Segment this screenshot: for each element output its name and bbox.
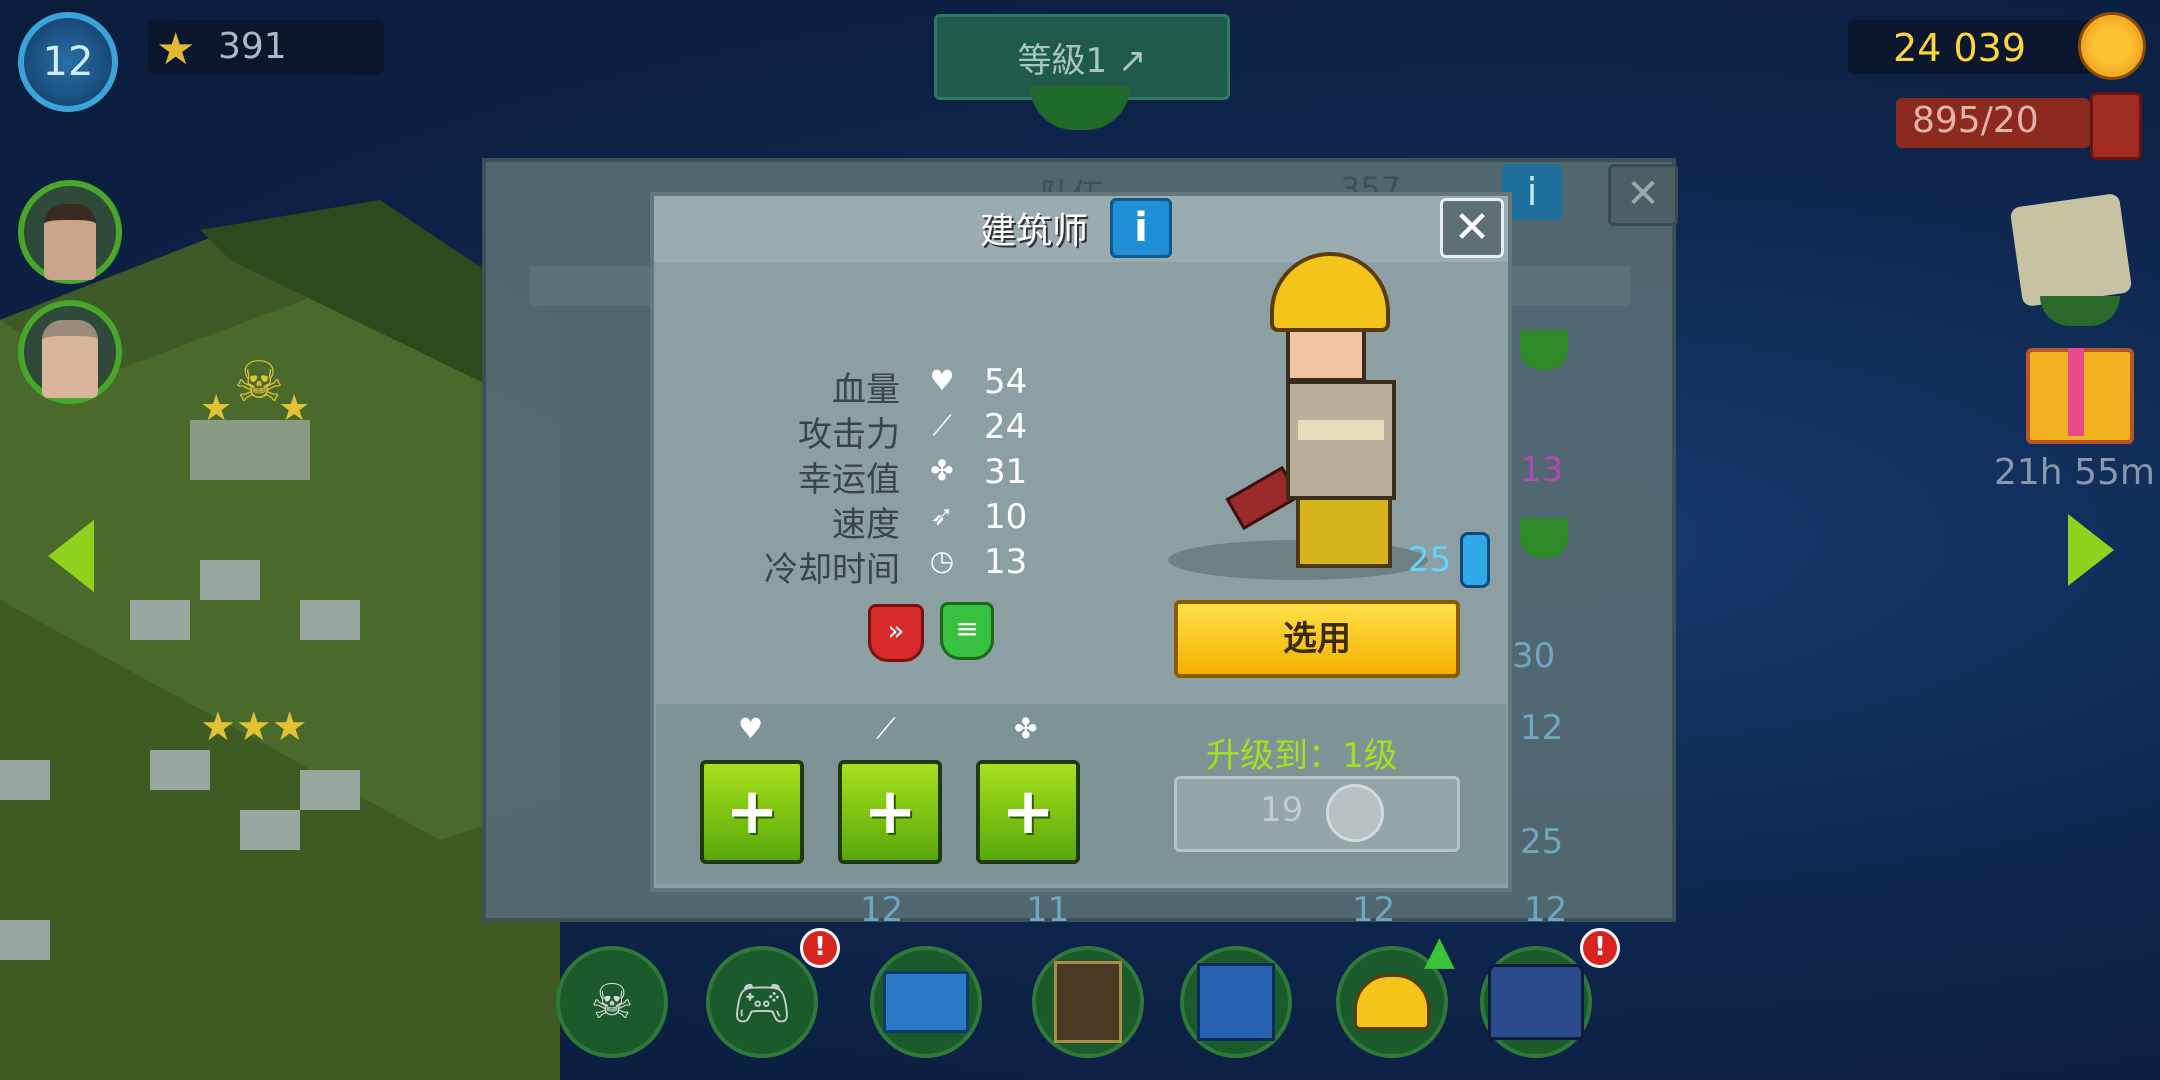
dock-zombie-book-button[interactable] [1032, 946, 1144, 1058]
stat-value: 10 [984, 497, 1028, 537]
team-slot-number: 25 [1520, 822, 1564, 862]
fuel-value: 895/20 [1912, 100, 2039, 141]
character-body [1286, 380, 1396, 500]
map-next-arrow[interactable] [2068, 514, 2114, 586]
upgrade-luck-button[interactable]: + [976, 760, 1080, 864]
boot-icon: ➶ [930, 499, 954, 532]
plus-icon: + [1001, 775, 1055, 849]
player-level-badge[interactable]: 12 [18, 12, 118, 112]
close-icon: ✕ [1453, 202, 1491, 253]
survivor-cowboy-icon [42, 320, 98, 398]
radio-icon [883, 971, 969, 1033]
upgrade-arrow-icon: ▲ [1424, 928, 1455, 974]
character-info-button[interactable]: i [1110, 198, 1172, 258]
coin-counter: 24 039 [1848, 20, 2098, 74]
select-label: 选用 [1283, 619, 1351, 659]
plus-icon: + [725, 775, 779, 849]
craft-skill-badge[interactable]: ≡ [940, 602, 994, 660]
gift-ribbon [2068, 348, 2084, 436]
plus-icon: + [863, 775, 917, 849]
water-bottle-icon [1460, 532, 1490, 588]
team-slot-number: 12 [1520, 708, 1564, 748]
upgrade-level-label: 升级到：1级 [1206, 736, 1398, 776]
three-stars-marker: ★ ★ [200, 388, 311, 429]
stopwatch-icon: ◷ [929, 544, 955, 577]
tools-icon [1197, 963, 1275, 1041]
dialog-close-button[interactable]: ✕ [1440, 198, 1504, 258]
rank-label: 等級1 ↗ [1017, 40, 1147, 81]
character-legs [1296, 494, 1392, 568]
upgrade-cost: 19 [1260, 790, 1304, 830]
dock-skull-button[interactable]: ☠ [556, 946, 668, 1058]
stat-value: 54 [984, 362, 1028, 402]
stat-value: 13 [984, 542, 1028, 582]
stat-label: 血量 [832, 370, 900, 410]
upgrade-health-button[interactable]: + [700, 760, 804, 864]
fuel-can-icon[interactable] [2090, 92, 2142, 160]
coin-value: 24 039 [1893, 26, 2026, 70]
team-slot-number: 12 [1352, 890, 1396, 930]
stat-label: 攻击力 [798, 415, 900, 455]
team-slot-number: 30 [1512, 636, 1556, 676]
player-level-value: 12 [42, 39, 94, 85]
team-slot-flag [1520, 518, 1568, 558]
stat-label: 冷却时间 [764, 550, 900, 590]
map-prev-arrow[interactable] [48, 520, 94, 592]
info-icon: i [1526, 170, 1538, 214]
stat-label: 速度 [832, 505, 900, 545]
three-stars-marker: ★★★ [200, 704, 308, 750]
team-slot-number: 12 [1524, 890, 1568, 930]
survivor-avatar-cowboy[interactable] [18, 300, 122, 404]
stars-counter: ★ 391 [148, 20, 384, 75]
dock-radio-button[interactable] [870, 946, 982, 1058]
fast-forward-icon: » [887, 614, 905, 647]
clover-icon: ✤ [1014, 712, 1038, 745]
close-icon: ✕ [1626, 171, 1660, 217]
team-slot-number: 13 [1520, 450, 1564, 490]
dock-gamepad-button[interactable]: 🎮︎ [706, 946, 818, 1058]
character-vest [1298, 420, 1384, 440]
list-icon: ≡ [955, 612, 979, 645]
dock-chest-button[interactable] [1480, 946, 1592, 1058]
star-icon: ★ [156, 24, 196, 75]
upgrade-attack-button[interactable]: + [838, 760, 942, 864]
gamepad-icon: 🎮︎ [731, 974, 793, 1031]
team-panel-close-button[interactable]: ✕ [1608, 164, 1678, 226]
team-slot-number: 12 [860, 890, 904, 930]
character-name: 建筑师 [980, 211, 1089, 252]
survivor-glasses-icon [44, 204, 96, 280]
hard-hat-icon [1354, 974, 1430, 1030]
heart-icon: ♥ [929, 364, 955, 397]
team-slot-number: 11 [1026, 890, 1070, 930]
sword-icon: ⟋ [876, 712, 896, 745]
mission-board-icon[interactable] [2009, 192, 2133, 308]
stars-value: 391 [218, 26, 287, 67]
clover-icon: ✤ [930, 454, 954, 487]
gift-timer: 21h 55m [1994, 452, 2155, 493]
heart-icon: ♥ [738, 712, 764, 745]
team-slot-flag [1520, 330, 1568, 370]
stat-value: 31 [984, 452, 1028, 492]
dock-tools-button[interactable] [1180, 946, 1292, 1058]
coin-icon[interactable] [2078, 12, 2146, 80]
survivor-avatar-glasses[interactable] [18, 180, 122, 284]
skull-icon: ☠ [590, 974, 634, 1030]
select-button[interactable]: 选用 [1174, 600, 1460, 678]
stat-label: 幸运值 [798, 460, 900, 500]
info-icon: i [1134, 205, 1148, 251]
upgrade-level-button[interactable] [1174, 776, 1460, 852]
zombie-book-icon [1054, 961, 1122, 1043]
sword-icon: ⟋ [932, 409, 952, 442]
character-cost: 25 [1408, 540, 1452, 580]
chest-icon [1488, 964, 1584, 1040]
chest-alert-badge: ! [1580, 928, 1620, 968]
gamepad-alert-badge: ! [800, 928, 840, 968]
stat-value: 24 [984, 407, 1028, 447]
fast-skill-badge[interactable]: » [868, 604, 924, 662]
skull-coin-icon [1326, 784, 1384, 842]
